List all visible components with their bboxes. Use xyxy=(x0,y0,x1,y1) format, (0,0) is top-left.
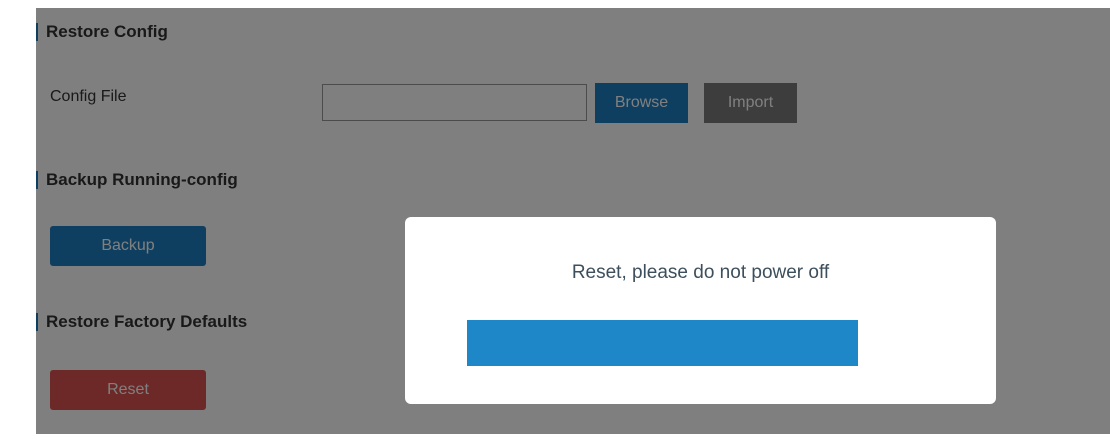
reset-progress-dialog: Reset, please do not power off xyxy=(405,217,996,404)
reset-message: Reset, please do not power off xyxy=(571,262,830,283)
reset-progress-fill xyxy=(467,320,858,366)
reset-progress-bar xyxy=(467,320,858,366)
